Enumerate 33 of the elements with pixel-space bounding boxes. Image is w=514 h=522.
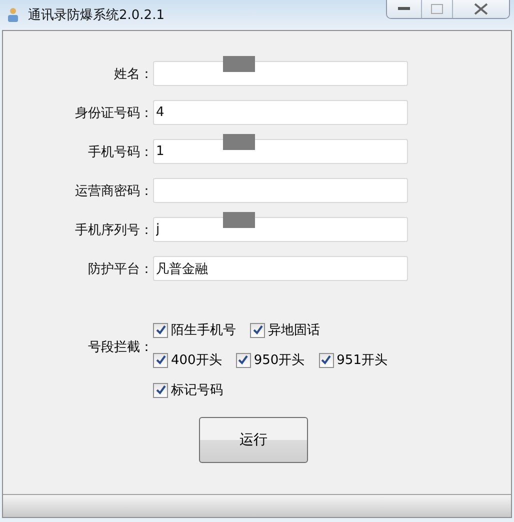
field-label: 手机号码： [87,144,153,160]
checkbox[interactable] [153,322,168,338]
field-label: 运营商密码： [74,182,153,200]
text-field[interactable]: j [153,217,408,242]
maximize-icon [431,4,443,14]
checkbox-option[interactable]: 标记号码 [153,381,223,399]
field-label: 姓名： [113,66,153,82]
checkbox-option[interactable]: 950开头 [236,351,305,369]
text-field[interactable]: 凡普金融 [153,256,408,281]
checkbox-option[interactable]: 陌生手机号 [153,321,236,339]
checkbox-option[interactable]: 异地固话 [250,321,320,339]
checkbox[interactable] [153,382,168,398]
filter-label: 号段拦截： [87,339,153,356]
checkbox[interactable] [236,352,251,368]
text-field[interactable]: 1 [153,139,408,164]
checkbox-option[interactable]: 951开头 [318,351,388,369]
text-field[interactable] [153,61,408,86]
checkbox-option[interactable]: 400开头 [153,351,222,369]
close-icon [474,3,488,15]
minimize-button[interactable] [387,0,421,18]
run-button[interactable]: 运行 [199,417,308,463]
close-button[interactable] [452,0,509,18]
window-title: 通讯录防爆系统2.0.2.1 [28,7,164,24]
text-field[interactable] [153,178,408,203]
checkbox[interactable] [153,352,168,368]
field-label: 身份证号码： [74,104,153,122]
minimize-icon [398,7,410,11]
text-field[interactable]: 4 [153,100,408,125]
checkbox[interactable] [318,352,334,368]
field-label: 防护平台： [87,260,153,278]
checkbox[interactable] [250,322,265,338]
app-icon [6,7,20,23]
field-label: 手机序列号： [74,222,153,238]
